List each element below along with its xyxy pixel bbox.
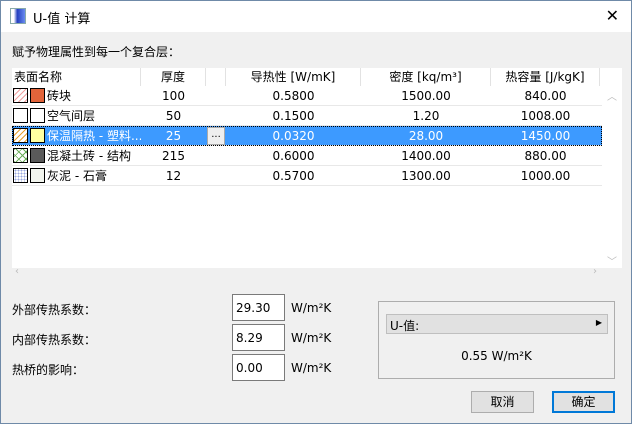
hatch-swatch bbox=[13, 168, 28, 183]
header-conductivity[interactable]: 导热性 [W/mK] bbox=[226, 68, 361, 86]
app-icon bbox=[10, 8, 26, 24]
header-thickness[interactable]: 厚度 bbox=[141, 68, 206, 86]
external-coefficient-input[interactable]: 29.30 bbox=[232, 294, 285, 321]
ok-button[interactable]: 确定 bbox=[552, 391, 615, 413]
conductivity-cell[interactable]: 0.0320 bbox=[226, 129, 361, 143]
layer-name: 保温隔热 - 塑料... bbox=[47, 129, 141, 143]
internal-coefficient-unit: W/m²K bbox=[291, 331, 332, 345]
header-density[interactable]: 密度 [kq/m³] bbox=[361, 68, 491, 86]
u-value-dialog: U-值 计算 ✕ 赋予物理属性到每一个复合层： 表面名称 厚度 导热性 [W/m… bbox=[0, 0, 632, 424]
heat-capacity-cell[interactable]: 880.00 bbox=[491, 149, 600, 163]
table-row[interactable]: 灰泥 - 石膏 12 0.5700 1300.00 1000.00 bbox=[12, 166, 602, 186]
density-cell[interactable]: 1300.00 bbox=[361, 169, 491, 183]
thermal-bridge-input[interactable]: 0.00 bbox=[232, 354, 285, 381]
external-coefficient-label: 外部传热系数： bbox=[12, 303, 97, 317]
cancel-button[interactable]: 取消 bbox=[471, 391, 534, 413]
color-swatch bbox=[30, 168, 45, 183]
layer-name: 灰泥 - 石膏 bbox=[47, 169, 107, 183]
layer-name-cell: 灰泥 - 石膏 bbox=[12, 167, 141, 184]
layer-name-cell: 砖块 bbox=[12, 87, 141, 104]
thermal-bridge-label: 热桥的影响： bbox=[12, 363, 85, 377]
thickness-cell[interactable]: 100 bbox=[141, 89, 206, 103]
color-swatch bbox=[30, 108, 45, 123]
table-row[interactable]: 空气间层 50 0.1500 1.20 1008.00 bbox=[12, 106, 602, 126]
header-heat-capacity[interactable]: 热容量 [J/kgK] bbox=[491, 68, 600, 86]
header-name[interactable]: 表面名称 bbox=[12, 68, 141, 86]
density-cell[interactable]: 1400.00 bbox=[361, 149, 491, 163]
internal-coefficient-input[interactable]: 8.29 bbox=[232, 324, 285, 351]
conductivity-cell[interactable]: 0.6000 bbox=[226, 149, 361, 163]
u-value-result: 0.55 W/m²K bbox=[461, 349, 532, 363]
thickness-cell[interactable]: 25 bbox=[141, 129, 206, 143]
table-row[interactable]: 混凝土砖 - 结构 215 0.6000 1400.00 880.00 bbox=[12, 146, 602, 166]
color-swatch bbox=[30, 148, 45, 163]
layer-name: 空气间层 bbox=[47, 109, 96, 123]
prompt-label: 赋予物理属性到每一个复合层： bbox=[12, 45, 181, 59]
table-row[interactable]: 砖块 100 0.5800 1500.00 840.00 bbox=[12, 86, 602, 106]
external-coefficient-unit: W/m²K bbox=[291, 301, 332, 315]
conductivity-cell[interactable]: 0.5800 bbox=[226, 89, 361, 103]
conductivity-cell[interactable]: 0.5700 bbox=[226, 169, 361, 183]
edit-cell: ... bbox=[206, 126, 226, 145]
density-cell[interactable]: 1500.00 bbox=[361, 89, 491, 103]
u-value-header[interactable]: U-值: ▶ bbox=[386, 314, 608, 334]
heat-capacity-cell[interactable]: 1008.00 bbox=[491, 109, 600, 123]
hatch-swatch bbox=[13, 128, 28, 143]
thickness-cell[interactable]: 215 bbox=[141, 149, 206, 163]
thermal-bridge-unit: W/m²K bbox=[291, 361, 332, 375]
layer-name: 混凝土砖 - 结构 bbox=[47, 149, 131, 163]
density-cell[interactable]: 28.00 bbox=[361, 129, 491, 143]
density-cell[interactable]: 1.20 bbox=[361, 109, 491, 123]
thickness-cell[interactable]: 12 bbox=[141, 169, 206, 183]
hatch-swatch bbox=[13, 88, 28, 103]
layer-name: 砖块 bbox=[47, 89, 72, 103]
thickness-cell[interactable]: 50 bbox=[141, 109, 206, 123]
table-row[interactable]: 保温隔热 - 塑料... 25 ... 0.0320 28.00 1450.00 bbox=[12, 126, 602, 146]
conductivity-cell[interactable]: 0.1500 bbox=[226, 109, 361, 123]
table-body: 砖块 100 0.5800 1500.00 840.00 空气间层 50 0.15… bbox=[12, 86, 602, 186]
horizontal-scrollbar[interactable]: ‹ › bbox=[12, 266, 622, 279]
table-header: 表面名称 厚度 导热性 [W/mK] 密度 [kq/m³] 热容量 [J/kgK… bbox=[12, 68, 600, 86]
heat-capacity-cell[interactable]: 840.00 bbox=[491, 89, 600, 103]
u-value-header-label: U-值: bbox=[390, 319, 420, 333]
triangle-right-icon: ▶ bbox=[595, 318, 602, 327]
hatch-swatch bbox=[13, 148, 28, 163]
hatch-swatch bbox=[13, 108, 28, 123]
layer-name-cell: 保温隔热 - 塑料... bbox=[12, 127, 141, 144]
layer-name-cell: 空气间层 bbox=[12, 107, 141, 124]
heat-capacity-cell[interactable]: 1450.00 bbox=[491, 129, 600, 143]
window-title: U-值 计算 bbox=[33, 12, 91, 27]
vertical-scrollbar[interactable]: ︿ ﹀ bbox=[602, 86, 622, 268]
color-swatch bbox=[30, 88, 45, 103]
heat-capacity-cell[interactable]: 1000.00 bbox=[491, 169, 600, 183]
title-bar: U-值 计算 ✕ bbox=[1, 1, 631, 32]
header-blank bbox=[206, 68, 226, 86]
browse-button[interactable]: ... bbox=[207, 126, 225, 145]
internal-coefficient-label: 内部传热系数： bbox=[12, 333, 97, 347]
layers-table: 表面名称 厚度 导热性 [W/mK] 密度 [kq/m³] 热容量 [J/kgK… bbox=[12, 68, 622, 279]
close-button[interactable]: ✕ bbox=[606, 6, 619, 25]
color-swatch bbox=[30, 128, 45, 143]
u-value-result-group: U-值: ▶ 0.55 W/m²K bbox=[378, 301, 615, 379]
layer-name-cell: 混凝土砖 - 结构 bbox=[12, 147, 141, 164]
